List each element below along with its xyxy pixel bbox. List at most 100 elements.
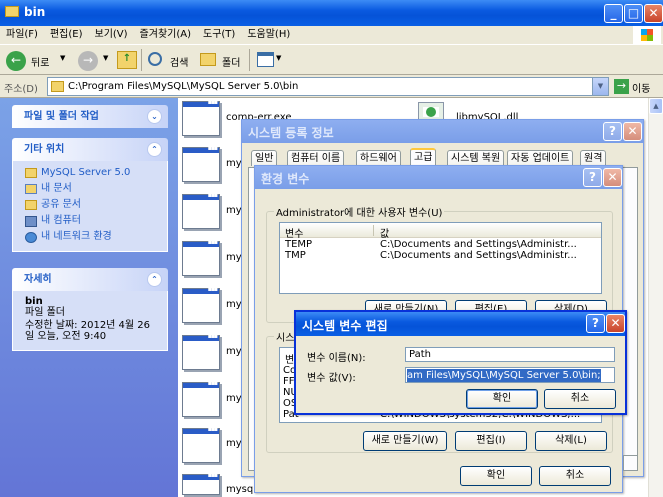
search-icon[interactable]: [148, 52, 162, 66]
tab-hardware[interactable]: 하드웨어: [356, 150, 401, 166]
variable-name: TEMP: [285, 239, 313, 250]
place-my-computer[interactable]: 내 컴퓨터: [25, 213, 155, 229]
chevron-up-icon[interactable]: ⌃: [147, 272, 162, 287]
minimize-button[interactable]: _: [604, 4, 623, 23]
forward-icon[interactable]: →: [78, 51, 98, 71]
up-folder-icon[interactable]: ↑: [117, 51, 137, 69]
exe-file-icon[interactable]: [182, 145, 220, 182]
cancel-button[interactable]: 취소: [544, 389, 616, 409]
forward-dropdown-icon[interactable]: ▼: [103, 54, 108, 62]
tab-computer-name[interactable]: 컴퓨터 이름: [287, 150, 345, 166]
exe-file-icon[interactable]: [182, 286, 220, 323]
cancel-button[interactable]: 취소: [539, 466, 611, 486]
variable-value-input[interactable]: am Files\MySQL\MySQL Server 5.0\bin;: [405, 367, 615, 383]
tab-automatic-updates[interactable]: 자동 업데이트: [507, 150, 574, 166]
variable-value: C:\Documents and Settings\Administr...: [380, 239, 577, 250]
exe-file-icon[interactable]: [182, 472, 220, 495]
system-edit-button[interactable]: 편집(I): [455, 431, 527, 451]
file-label[interactable]: my: [226, 299, 242, 310]
address-text: C:\Program Files\MySQL\MySQL Server 5.0\…: [68, 81, 299, 92]
file-label[interactable]: my: [226, 438, 242, 449]
exe-file-icon[interactable]: [182, 99, 220, 136]
help-button[interactable]: ?: [586, 314, 605, 333]
address-label: 주소(D): [4, 84, 38, 95]
ok-button[interactable]: 확인: [460, 466, 532, 486]
file-label[interactable]: my: [226, 158, 242, 169]
place-my-network[interactable]: 내 네트워크 환경: [25, 229, 155, 245]
scroll-up-button[interactable]: ▲: [649, 98, 663, 114]
tab-system-restore[interactable]: 시스템 복원: [447, 150, 505, 166]
table-row[interactable]: TEMP C:\Documents and Settings\Administr…: [280, 239, 601, 250]
details-type: 파일 폴더: [25, 307, 65, 318]
exe-file-icon[interactable]: [182, 380, 220, 417]
folders-icon[interactable]: [200, 53, 216, 66]
column-header-value[interactable]: 값: [380, 225, 389, 240]
variable-name-input[interactable]: Path: [405, 347, 615, 362]
menu-favorites[interactable]: 즐겨찾기(A): [134, 26, 197, 44]
views-dropdown-icon[interactable]: ▼: [276, 54, 281, 62]
behind-dialog-strip: [623, 455, 638, 471]
help-button[interactable]: ?: [583, 168, 602, 187]
file-label[interactable]: mysq: [226, 484, 253, 495]
file-label[interactable]: my: [226, 252, 242, 263]
task-pane: 파일 및 폴더 작업 ⌄ 기타 위치 ⌃ MySQL Server 5.0 내 …: [0, 98, 178, 497]
separator: [141, 49, 142, 71]
close-button[interactable]: ✕: [606, 314, 625, 333]
menu-edit[interactable]: 편집(E): [44, 26, 89, 44]
dialog-title: 시스템 등록 정보: [248, 126, 334, 140]
system-new-button[interactable]: 새로 만들기(W): [363, 431, 447, 451]
chevron-down-icon[interactable]: ⌄: [147, 109, 162, 124]
file-label[interactable]: my: [226, 393, 242, 404]
menu-help[interactable]: 도움말(H): [241, 26, 296, 44]
exe-file-icon[interactable]: [182, 239, 220, 276]
menu-view[interactable]: 보기(V): [89, 26, 134, 44]
details-header[interactable]: 자세히 ⌃: [12, 268, 168, 291]
user-variables-list[interactable]: 변수 값 TEMP C:\Documents and Settings\Admi…: [279, 222, 602, 294]
menu-file[interactable]: 파일(F): [0, 26, 44, 44]
file-folder-tasks-header[interactable]: 파일 및 폴더 작업 ⌄: [12, 105, 168, 128]
system-properties-title-bar[interactable]: 시스템 등록 정보 ? ✕: [242, 120, 643, 143]
system-delete-button[interactable]: 삭제(L): [535, 431, 607, 451]
details-box: 자세히 ⌃ bin 파일 폴더 수정한 날짜: 2012년 4월 26 일 오늘…: [12, 268, 168, 351]
place-shared-documents[interactable]: 공유 문서: [25, 197, 155, 213]
place-my-documents[interactable]: 내 문서: [25, 181, 155, 197]
back-button[interactable]: 뒤로: [31, 54, 49, 69]
close-button[interactable]: ✕: [644, 4, 663, 23]
windows-logo-icon: [633, 26, 661, 44]
file-label[interactable]: my: [226, 346, 242, 357]
file-label[interactable]: my: [226, 205, 242, 216]
other-places-header[interactable]: 기타 위치 ⌃: [12, 138, 168, 161]
chevron-up-icon[interactable]: ⌃: [147, 142, 162, 157]
edit-variable-title-bar[interactable]: 시스템 변수 편집 ? ✕: [296, 312, 625, 336]
file-folder-tasks-box: 파일 및 폴더 작업 ⌄: [12, 105, 168, 128]
close-button[interactable]: ✕: [623, 122, 642, 141]
separator: [249, 49, 250, 71]
tab-remote[interactable]: 원격: [580, 150, 607, 166]
exe-file-icon[interactable]: [182, 192, 220, 229]
details-name: bin: [25, 296, 43, 307]
table-row[interactable]: TMP C:\Documents and Settings\Administr.…: [280, 250, 601, 261]
back-dropdown-icon[interactable]: ▼: [60, 54, 65, 62]
back-icon[interactable]: ←: [6, 51, 26, 71]
folders-button[interactable]: 폴더: [222, 54, 240, 69]
column-header-variable[interactable]: 변수: [285, 225, 303, 240]
views-icon[interactable]: [257, 52, 274, 67]
maximize-button[interactable]: □: [624, 4, 643, 23]
address-input[interactable]: C:\Program Files\MySQL\MySQL Server 5.0\…: [47, 77, 609, 96]
explorer-title-bar[interactable]: bin _ □ ✕: [0, 0, 663, 26]
tab-general[interactable]: 일반: [251, 150, 278, 166]
vertical-scrollbar[interactable]: ▲: [648, 98, 663, 497]
menu-tools[interactable]: 도구(T): [197, 26, 241, 44]
search-button[interactable]: 검색: [170, 54, 188, 69]
address-dropdown-button[interactable]: ▼: [592, 78, 608, 95]
go-button[interactable]: 이동: [632, 80, 650, 95]
help-button[interactable]: ?: [603, 122, 622, 141]
place-mysql-server[interactable]: MySQL Server 5.0: [25, 165, 155, 181]
go-arrow-icon[interactable]: →: [614, 79, 629, 94]
exe-file-icon[interactable]: [182, 426, 220, 463]
ok-button[interactable]: 확인: [466, 389, 538, 409]
environment-variables-title-bar[interactable]: 환경 변수 ? ✕: [255, 166, 622, 189]
details-modified-line1: 수정한 날짜: 2012년 4월 26: [25, 320, 151, 331]
close-button[interactable]: ✕: [603, 168, 622, 187]
exe-file-icon[interactable]: [182, 333, 220, 370]
